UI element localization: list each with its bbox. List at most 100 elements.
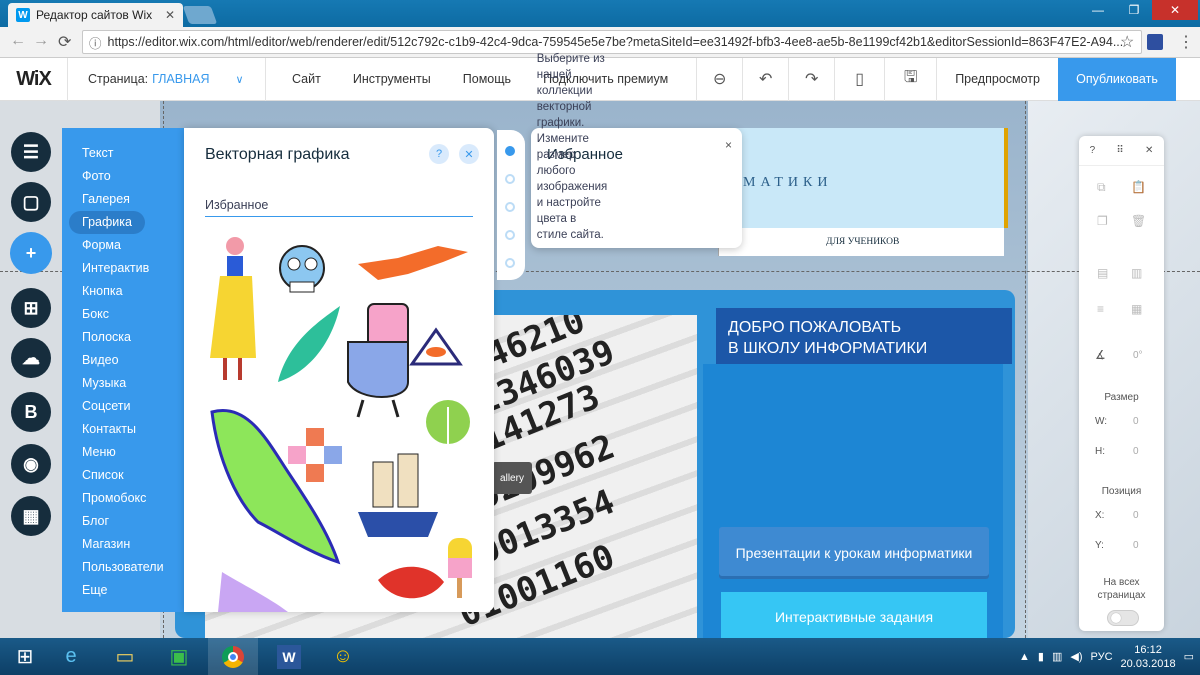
clock[interactable]: 16:12 20.03.2018 (1121, 643, 1176, 671)
add-item-text[interactable]: Текст (62, 142, 184, 165)
menu-tools[interactable]: Инструменты (337, 58, 447, 101)
battery-icon[interactable]: ▮ (1038, 650, 1044, 663)
smiley-app-icon[interactable]: ☺ (318, 638, 368, 675)
add-item-contacts[interactable]: Контакты (62, 418, 184, 441)
ship-graphic[interactable] (358, 453, 438, 537)
girl-yellow-coat-graphic[interactable] (210, 237, 256, 380)
minimize-icon[interactable]: — (1080, 0, 1116, 20)
url-input[interactable]: ⓘ https://editor.wix.com/html/editor/web… (82, 30, 1142, 54)
close-icon[interactable]: ✕ (1145, 145, 1153, 156)
window-close-icon[interactable]: ✕ (1152, 0, 1198, 20)
info-icon[interactable]: ⓘ (89, 33, 102, 52)
presentations-button[interactable]: Презентации к урокам информатики (719, 527, 989, 579)
chrome-menu-icon[interactable]: ⋮ (1178, 32, 1194, 52)
volume-icon[interactable]: ◀) (1070, 650, 1082, 663)
zoom-out-icon[interactable]: ⊖ (696, 57, 742, 101)
menu-site[interactable]: Сайт (266, 58, 337, 101)
copy-icon[interactable]: ⧉ (1097, 180, 1106, 195)
blog-icon[interactable]: B (11, 392, 51, 432)
add-item-music[interactable]: Музыка (62, 372, 184, 395)
file-explorer-icon[interactable]: ▭ (100, 638, 150, 675)
interactive-tasks-button[interactable]: Интерактивные задания (721, 592, 987, 638)
maximize-icon[interactable]: ❐ (1116, 0, 1152, 20)
delete-icon[interactable]: 🗑 (1131, 214, 1146, 228)
page-selector[interactable]: Страница: ГЛАВНАЯ ∨ (68, 57, 266, 101)
wix-logo[interactable]: WiX (0, 57, 68, 101)
add-item-more[interactable]: Еще (62, 579, 184, 602)
add-item-graphics[interactable]: Графика (69, 211, 145, 234)
duplicate-icon[interactable]: ❐ (1097, 214, 1108, 228)
add-item-members[interactable]: Пользователи (62, 556, 184, 579)
add-item-promobox[interactable]: Промобокс (62, 487, 184, 510)
add-item-button[interactable]: Кнопка (62, 280, 184, 303)
ice-cream-graphic[interactable] (448, 538, 472, 598)
add-item-gallery[interactable]: Галерея (62, 188, 184, 211)
add-item-strip[interactable]: Полоска (62, 326, 184, 349)
tooltip-close-icon[interactable]: × (725, 138, 732, 152)
add-item-photo[interactable]: Фото (62, 165, 184, 188)
word-icon[interactable]: W (264, 638, 314, 675)
preview-button[interactable]: Предпросмотр (936, 57, 1058, 101)
publish-button[interactable]: Опубликовать (1057, 57, 1176, 101)
upload-icon[interactable]: ☁ (11, 338, 51, 378)
width-value[interactable]: 0 (1133, 416, 1139, 427)
forward-arrow-icon[interactable]: → (33, 32, 49, 50)
drag-handle-icon[interactable]: ⠿ (1116, 145, 1123, 156)
arrange-icon[interactable]: ▤ (1097, 266, 1108, 280)
height-value[interactable]: 0 (1133, 446, 1139, 457)
cubes-graphic[interactable] (288, 428, 342, 482)
section-scrubber[interactable] (497, 130, 525, 280)
scrubber-dot[interactable] (505, 258, 515, 268)
fox-graphic[interactable] (358, 246, 468, 280)
angle-value[interactable]: 0° (1133, 350, 1143, 361)
close-icon[interactable]: ✕ (459, 144, 479, 164)
store-icon[interactable]: ▣ (154, 638, 204, 675)
add-item-form[interactable]: Форма (62, 234, 184, 257)
network-icon[interactable]: ▥ (1052, 650, 1062, 663)
x-value[interactable]: 0 (1133, 510, 1139, 521)
back-arrow-icon[interactable]: ← (10, 32, 26, 50)
add-item-store[interactable]: Магазин (62, 533, 184, 556)
add-icon[interactable]: + (10, 232, 52, 274)
add-item-blog[interactable]: Блог (62, 510, 184, 533)
eye-pyramid-graphic[interactable] (409, 327, 463, 366)
feather-graphic[interactable] (218, 572, 288, 612)
monster-letter-graphic[interactable] (347, 303, 409, 418)
header-subtitle-bar[interactable]: ДЛЯ УЧЕНИКОВ (718, 228, 1004, 256)
menu-help[interactable]: Помощь (447, 58, 527, 101)
notifications-icon[interactable]: ▭ (1184, 650, 1194, 663)
distribute-icon[interactable]: ≡ (1097, 302, 1104, 316)
add-item-menu[interactable]: Меню (62, 441, 184, 464)
help-icon[interactable]: ? (1090, 145, 1096, 156)
chrome-icon[interactable] (208, 638, 258, 675)
site-header-strip[interactable]: МАТИКИ (718, 128, 1004, 228)
redo-icon[interactable]: ↷ (788, 57, 834, 101)
match-size-icon[interactable]: ▦ (1131, 302, 1142, 316)
add-item-list[interactable]: Список (62, 464, 184, 487)
browser-tab[interactable]: W Редактор сайтов Wix ✕ (8, 3, 183, 27)
add-item-video[interactable]: Видео (62, 349, 184, 372)
tree-graphic[interactable] (426, 400, 470, 444)
bookings-calendar-icon[interactable]: ▦ (11, 496, 51, 536)
tab-close-icon[interactable]: ✕ (165, 8, 175, 22)
internet-explorer-icon[interactable]: e (46, 638, 96, 675)
scrubber-dot[interactable] (505, 230, 515, 240)
help-icon[interactable]: ? (429, 144, 449, 164)
lips-graphic[interactable] (378, 566, 444, 599)
reload-icon[interactable]: ⟳ (58, 32, 71, 52)
scrubber-dot[interactable] (505, 202, 515, 212)
bookmark-star-icon[interactable]: ☆ (1120, 32, 1134, 52)
add-item-box[interactable]: Бокс (62, 303, 184, 326)
skull-graphic[interactable] (279, 245, 325, 293)
add-item-social[interactable]: Соцсети (62, 395, 184, 418)
welcome-banner[interactable]: ДОБРО ПОЖАЛОВАТЬ В ШКОЛУ ИНФОРМАТИКИ (716, 308, 1012, 364)
save-icon[interactable]: 🖫 (884, 57, 936, 101)
chat-icon[interactable]: ◉ (11, 444, 51, 484)
pages-menu-icon[interactable]: ☰ (11, 132, 51, 172)
leaf-graphic[interactable] (278, 306, 340, 382)
background-icon[interactable]: ▢ (11, 182, 51, 222)
all-pages-toggle[interactable] (1107, 610, 1139, 626)
windows-start-icon[interactable]: ⊞ (0, 638, 50, 675)
extension-icon[interactable] (1147, 34, 1163, 50)
app-market-icon[interactable]: ⊞ (11, 288, 51, 328)
